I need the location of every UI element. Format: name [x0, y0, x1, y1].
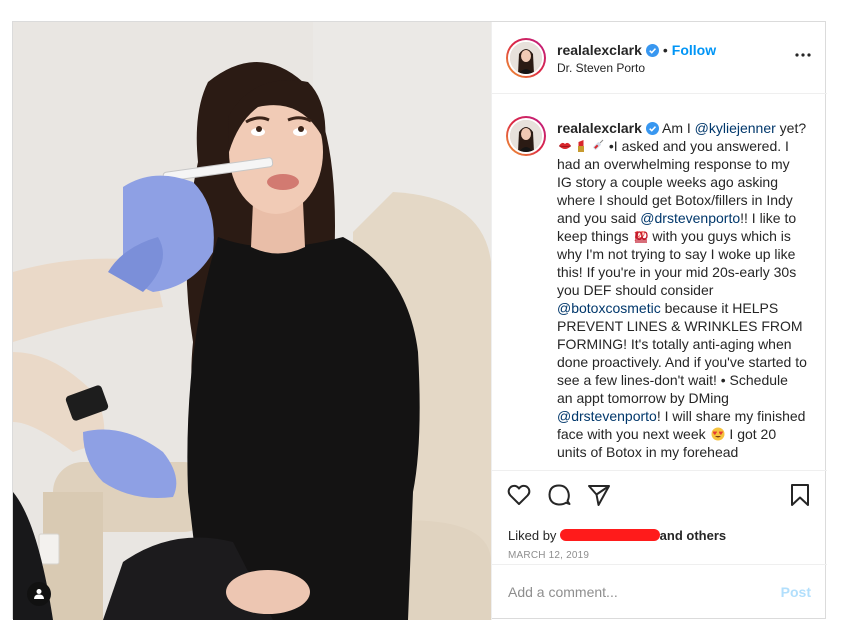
post-header: realalexclark • Follow Dr. Steven Porto: [492, 22, 827, 94]
post-button[interactable]: Post: [781, 584, 811, 600]
action-bar: Liked by and others MARCH 12, 2019: [492, 470, 827, 564]
caption-segment: Am I: [661, 120, 695, 136]
more-options-icon: [795, 53, 811, 57]
post-date[interactable]: MARCH 12, 2019: [508, 550, 589, 561]
liked-by-others[interactable]: and others: [660, 528, 726, 543]
caption-segment: yet?: [775, 120, 807, 136]
heart-eyes-emoji-icon: [711, 427, 725, 441]
share-icon[interactable]: [586, 482, 612, 508]
verified-badge-icon: [645, 44, 659, 57]
caption-text: realalexclark Am I @kyliejenner yet? •I …: [557, 119, 807, 461]
mention-link[interactable]: @botoxcosmetic: [557, 300, 661, 316]
mention-link[interactable]: @kyliejenner: [695, 120, 776, 136]
caption-avatar[interactable]: [506, 116, 546, 156]
post-photo[interactable]: [13, 22, 491, 620]
photo-illustration: [13, 22, 491, 620]
lips-emoji-icon: [558, 142, 572, 149]
mention-link[interactable]: @drstevenporto: [557, 408, 657, 424]
user-tag-button[interactable]: [27, 582, 51, 606]
user-tag-icon: [34, 589, 44, 599]
verified-badge-icon: [645, 122, 659, 135]
liked-by-line[interactable]: Liked by and others: [508, 528, 726, 543]
more-options-button[interactable]: [795, 46, 811, 57]
caption-username[interactable]: realalexclark: [557, 120, 642, 136]
comment-input[interactable]: Add a comment...: [508, 584, 618, 600]
header-line: realalexclark • Follow: [557, 42, 716, 58]
avatar-image: [510, 42, 542, 74]
follow-button[interactable]: Follow: [672, 42, 716, 58]
username-link[interactable]: realalexclark: [557, 42, 642, 58]
avatar[interactable]: [506, 38, 546, 78]
post-modal: realalexclark •Follow Dr. Steven Porto: [12, 21, 827, 620]
location-link[interactable]: Dr. Steven Porto: [557, 61, 645, 75]
heart-icon[interactable]: [506, 482, 532, 508]
caption-area[interactable]: realalexclark Am I @kyliejenner yet? •I …: [492, 95, 827, 470]
comment-icon[interactable]: [546, 482, 572, 508]
separator-dot: •: [662, 42, 668, 58]
hundred-emoji-icon: 💯: [634, 230, 648, 243]
redaction-mark: [560, 529, 661, 541]
mention-link[interactable]: @drstevenporto: [640, 210, 740, 226]
lipstick-emoji-icon: [578, 140, 584, 152]
comment-box: Add a comment... Post: [492, 564, 827, 620]
bookmark-icon[interactable]: [787, 482, 813, 508]
post-side-panel: realalexclark •Follow Dr. Steven Porto: [491, 22, 827, 620]
liked-by-prefix: Liked by: [508, 528, 557, 543]
avatar-image: [510, 120, 542, 152]
syringe-emoji-icon: [593, 139, 604, 150]
